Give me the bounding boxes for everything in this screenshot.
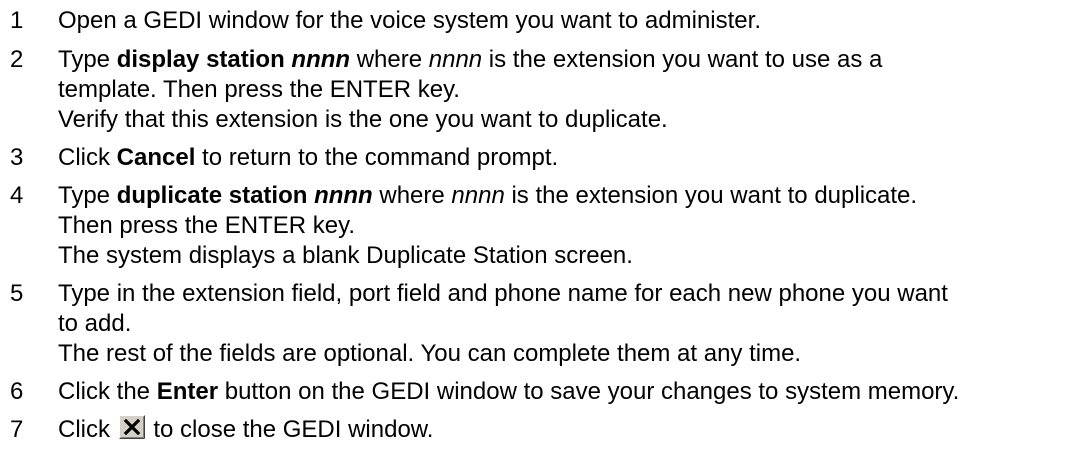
variable-text: nnnn [451,182,505,209]
step-note: Verify that this extension is the one yo… [58,106,668,133]
cancel-label: Cancel [116,144,196,171]
step-text: button on the GEDI window to save your c… [218,378,960,405]
step-text: to close the GEDI window. [146,416,434,443]
step-3: 3 Click Cancel to return to the command … [10,143,1060,173]
step-text: to add. [58,310,132,337]
command-text: display station [116,46,292,73]
step-text: Then press the ENTER key. [58,212,355,239]
step-6: 6 Click the Enter button on the GEDI win… [10,377,1060,407]
step-text: to return to the command prompt. [195,144,559,171]
variable-text: nnnn [291,46,351,73]
step-number: 2 [10,46,24,73]
step-number: 1 [10,7,24,34]
enter-label: Enter [156,378,219,405]
step-1: 1 Open a GEDI window for the voice syste… [10,6,1060,36]
step-7: 7 Click to close the GEDI window. [10,415,1060,445]
step-text: Click the [58,378,157,405]
step-number: 4 [10,182,24,209]
step-text: is the extension you want to use as a [482,46,883,73]
step-2: 2 Type display station nnnn where nnnn i… [10,45,1060,135]
step-number: 5 [10,280,24,307]
procedure-steps: 1 Open a GEDI window for the voice syste… [10,6,1060,453]
step-text: where [372,182,452,209]
step-text: Type [58,182,117,209]
step-4: 4 Type duplicate station nnnn where nnnn… [10,181,1060,271]
command-text: duplicate station [116,182,315,209]
close-window-icon [118,415,145,439]
step-note: The rest of the fields are optional. You… [58,340,802,367]
step-text: is the extension you want to duplicate. [504,182,918,209]
step-text: Click [58,144,117,171]
step-text: Type in the extension field, port field … [58,280,948,307]
step-number: 7 [10,416,24,443]
step-5: 5 Type in the extension field, port fiel… [10,279,1060,369]
variable-text: nnnn [428,46,483,73]
step-number: 3 [10,144,24,171]
step-text: template. Then press the ENTER key. [58,76,460,103]
step-text: Type [58,46,117,73]
variable-text: nnnn [314,182,373,209]
step-text: where [350,46,429,73]
step-text: Open a GEDI window for the voice system … [58,7,761,34]
step-number: 6 [10,378,24,405]
step-note: The system displays a blank Duplicate St… [58,242,633,269]
step-text: Click [58,416,117,443]
